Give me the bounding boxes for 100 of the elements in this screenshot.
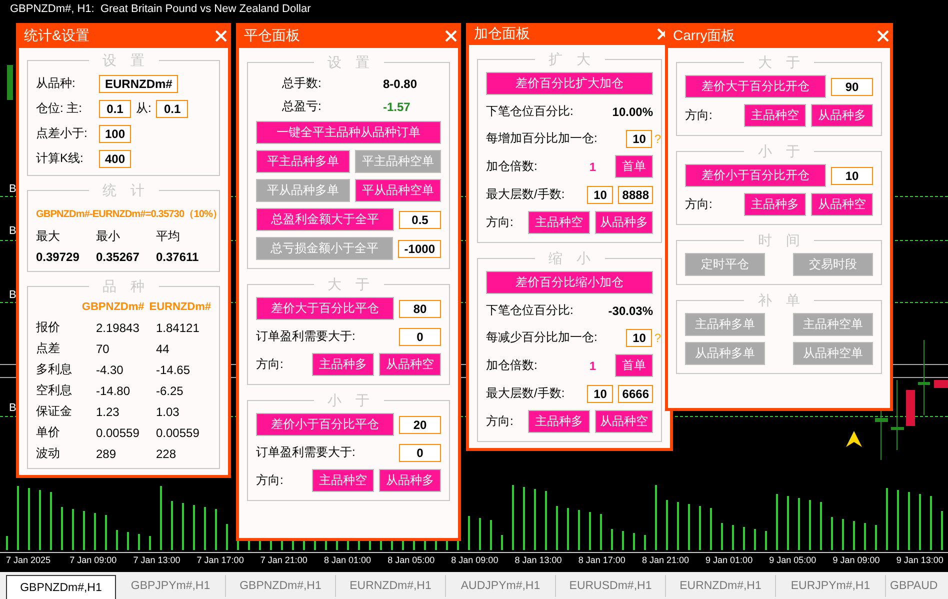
input-field[interactable]: 8888 xyxy=(618,186,653,204)
value-text: 8-0.80 xyxy=(383,76,418,90)
action-button[interactable]: 定时平仓 xyxy=(685,253,765,276)
field-label: 加仓倍数: xyxy=(486,158,538,175)
action-button[interactable]: 平从品种多单 xyxy=(256,179,350,202)
time-label: 7 Jan 17:00 xyxy=(196,554,245,567)
input-field[interactable]: 10 xyxy=(587,384,614,402)
field-label: 最大层数/手数: xyxy=(486,186,566,203)
action-button[interactable]: 总亏损金额小于全平 xyxy=(256,237,394,260)
action-button[interactable]: 从品种多 xyxy=(595,211,653,234)
action-button[interactable]: 差价百分比缩小加仓 xyxy=(486,271,653,294)
field-label: 波动 xyxy=(36,445,61,462)
field-label: 报价 xyxy=(36,319,61,336)
action-button[interactable]: 交易时段 xyxy=(793,253,873,276)
action-button[interactable]: 主品种多 xyxy=(744,193,806,216)
symbol-heading: GBPNZDm#-EURNZDm#=0.35730（10%） xyxy=(36,208,222,220)
field-label: 0.00559 xyxy=(156,426,200,440)
field-label: 从品种: xyxy=(36,75,76,92)
input-field[interactable]: -1000 xyxy=(398,240,441,258)
action-button[interactable]: 从品种空单 xyxy=(793,342,873,365)
input-field[interactable]: 20 xyxy=(399,416,441,434)
close-icon[interactable] xyxy=(215,30,227,42)
field-label: 228 xyxy=(156,446,178,460)
action-button[interactable]: 主品种空单 xyxy=(793,313,873,336)
time-label: 7 Jan 2025 xyxy=(6,554,52,567)
help-mark[interactable]: ? xyxy=(654,132,661,146)
action-button[interactable]: 主品种多 xyxy=(312,353,374,376)
input-field[interactable]: 90 xyxy=(831,78,873,96)
close-icon[interactable] xyxy=(445,30,457,42)
panel-title: 平仓面板 xyxy=(244,26,300,44)
action-button[interactable]: 从品种多 xyxy=(379,469,441,492)
level-label: B xyxy=(9,225,16,237)
arrow-up-icon xyxy=(845,430,863,448)
action-button[interactable]: 从品种多 xyxy=(811,104,873,127)
time-label: 8 Jan 01:00 xyxy=(324,554,372,567)
field-label: 订单盈利需要大于: xyxy=(256,328,356,345)
field-label: 最大 xyxy=(36,228,61,245)
level-label: B xyxy=(9,183,16,195)
input-field[interactable]: EURNZDm# xyxy=(99,74,178,92)
field-label: 总手数: xyxy=(282,75,322,92)
count-value: 1 xyxy=(589,358,596,372)
help-mark[interactable]: ? xyxy=(654,330,661,344)
action-button[interactable]: 主品种空 xyxy=(744,104,806,127)
input-field[interactable]: 10 xyxy=(626,328,652,346)
input-field[interactable]: 0.5 xyxy=(399,210,441,228)
field-label: 方向: xyxy=(486,214,514,231)
chart-tab[interactable]: GBPNZDm#,H1 xyxy=(6,575,116,599)
field-label: 方向: xyxy=(256,356,284,373)
action-button[interactable]: 平主品种多单 xyxy=(256,150,350,173)
field-label: 平均 xyxy=(156,228,181,245)
panel-title: 加仓面板 xyxy=(474,25,530,43)
time-label: 8 Jan 05:00 xyxy=(388,554,436,567)
value-text: 0.35267 xyxy=(96,250,140,264)
action-button[interactable]: 差价大于百分比平仓 xyxy=(256,297,394,320)
input-field[interactable]: 6666 xyxy=(618,384,653,402)
action-button[interactable]: 首单 xyxy=(615,354,653,377)
chart-title: GBPNZDm#, H1: Great Britain Pound vs New Zealand Dollar xyxy=(10,3,311,15)
input-field[interactable]: 400 xyxy=(99,150,132,168)
action-button[interactable]: 首单 xyxy=(615,155,653,178)
action-button[interactable]: 主品种多单 xyxy=(685,313,765,336)
field-label: 点差 xyxy=(36,340,61,357)
input-field[interactable]: 0.1 xyxy=(156,100,188,118)
input-field[interactable]: 10 xyxy=(831,166,873,184)
field-label: 2.19843 xyxy=(96,320,140,334)
field-label: 方向: xyxy=(685,107,714,124)
action-button[interactable]: 主品种空 xyxy=(312,469,374,492)
input-field[interactable]: 80 xyxy=(399,300,441,318)
action-button[interactable]: 一键全平主品种从品种订单 xyxy=(256,121,441,144)
action-button[interactable]: 差价小于百分比开仓 xyxy=(685,164,826,187)
action-button[interactable]: 从品种多单 xyxy=(685,342,765,365)
input-field[interactable]: 100 xyxy=(99,124,132,142)
field-label: -14.65 xyxy=(156,362,192,376)
field-label: 1.84121 xyxy=(156,320,200,334)
input-field[interactable]: 0 xyxy=(399,444,441,462)
field-label: 289 xyxy=(96,446,118,460)
value-text: -30.03% xyxy=(608,304,653,318)
action-button[interactable]: 主品种空 xyxy=(528,211,590,234)
action-button[interactable]: 平主品种空单 xyxy=(355,150,441,173)
action-button[interactable]: 从品种空 xyxy=(379,353,441,376)
field-label: 空利息 xyxy=(36,382,73,399)
action-button[interactable]: 主品种多 xyxy=(528,410,590,433)
action-button[interactable]: 差价小于百分比平仓 xyxy=(256,413,394,436)
field-label: 1.23 xyxy=(96,404,120,418)
input-field[interactable]: 10 xyxy=(587,186,614,204)
time-label: 9 Jan 13:00 xyxy=(896,554,944,567)
action-button[interactable]: 平从品种空单 xyxy=(355,179,441,202)
time-label: 8 Jan 21:00 xyxy=(642,554,690,567)
input-field[interactable]: 0 xyxy=(399,328,441,346)
action-button[interactable]: 差价大于百分比开仓 xyxy=(685,75,826,98)
action-button[interactable]: 总盈利金额大于全平 xyxy=(256,208,394,231)
input-field[interactable]: 10 xyxy=(626,130,652,148)
input-field[interactable]: 0.1 xyxy=(99,100,131,118)
close-icon[interactable] xyxy=(877,30,889,42)
time-label: 8 Jan 17:00 xyxy=(578,554,626,567)
action-button[interactable]: 从品种空 xyxy=(595,410,653,433)
action-button[interactable]: 从品种空 xyxy=(811,193,873,216)
action-button[interactable]: 差价百分比扩大加仓 xyxy=(486,72,653,95)
panel-title: 统计&设置 xyxy=(24,26,90,44)
time-label: 7 Jan 09:00 xyxy=(70,554,118,567)
time-label: 7 Jan 21:00 xyxy=(260,554,308,567)
